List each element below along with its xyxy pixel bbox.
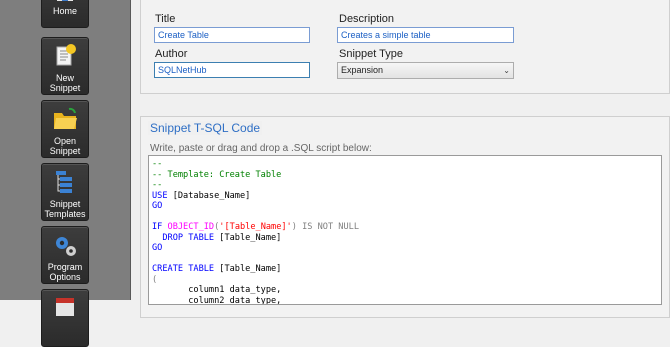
home-icon (57, 0, 73, 1)
sidebar: Home New Snippet Open Snippet Snippet Te… (0, 0, 131, 347)
code-line: GO (152, 201, 661, 212)
program-options-button[interactable]: Program Options (41, 226, 89, 284)
code-editor[interactable]: -- -- Template: Create Table -- USE [Databa… (148, 155, 662, 305)
code-line: column1 data_type, (152, 285, 661, 296)
snippet-type-label: Snippet Type (339, 48, 404, 60)
new-snippet-button[interactable]: New Snippet (41, 37, 89, 95)
snippet-details-group (140, 0, 670, 94)
code-token: GO (152, 243, 163, 253)
code-line: column2 data_type, (152, 295, 661, 305)
code-line: -- (152, 159, 661, 170)
calendar-button[interactable] (41, 289, 89, 347)
code-line: -- Template: Create Table (152, 170, 661, 181)
new-snippet-icon (56, 44, 76, 66)
code-token: [Database_Name] (172, 190, 251, 201)
home-button[interactable]: Home (41, 0, 89, 28)
code-token: [Table_Name] (219, 232, 282, 243)
code-token: column2 data_type, (152, 295, 282, 305)
code-line: ( (152, 275, 661, 286)
code-token: DROP TABLE (152, 232, 220, 243)
code-token: ( (152, 274, 158, 285)
open-snippet-button[interactable]: Open Snippet (41, 100, 89, 158)
author-label: Author (155, 48, 188, 60)
author-field[interactable]: SQLNetHub (154, 62, 310, 78)
code-token: -- (152, 159, 163, 169)
code-token: -- Template: Create Table (152, 169, 282, 180)
gears-icon (56, 237, 76, 256)
code-token: OBJECT_ID (167, 222, 215, 232)
code-token: GO (152, 201, 163, 211)
description-field[interactable]: Creates a simple table (337, 27, 514, 43)
code-line: CREATE TABLE [Table_Name] (152, 264, 661, 275)
code-token: '[Table_Name]' (219, 222, 292, 232)
title-label: Title (155, 13, 176, 25)
snippet-type-dropdown[interactable]: Expansion ⌄ (337, 62, 514, 79)
code-line: GO (152, 243, 661, 254)
code-line: DROP TABLE [Table_Name] (152, 233, 661, 244)
code-line: USE [Database_Name] (152, 191, 661, 202)
code-token: USE (152, 190, 173, 201)
templates-icon (56, 171, 72, 193)
code-hint: Write, paste or drag and drop a .SQL scr… (150, 143, 372, 154)
description-label: Description (339, 13, 395, 25)
snippet-templates-button[interactable]: Snippet Templates (41, 163, 89, 221)
code-line: -- (152, 180, 661, 191)
code-token: [Table_Name] (219, 264, 282, 274)
code-token: CREATE TABLE (152, 264, 220, 274)
code-token: ) IS NOT NULL (291, 222, 359, 232)
code-line: IF OBJECT_ID('[Table_Name]') IS NOT NULL (152, 222, 661, 233)
chevron-down-icon: ⌄ (503, 66, 510, 75)
snippet-type-value: Expansion (341, 65, 384, 75)
title-field[interactable]: Create Table (154, 27, 310, 43)
code-group-title: Snippet T-SQL Code (148, 121, 263, 135)
code-token: column1 data_type, (152, 285, 282, 295)
calendar-icon (56, 298, 74, 316)
code-token: IF (152, 222, 168, 232)
folder-icon (54, 107, 77, 129)
code-token: -- (152, 180, 163, 190)
